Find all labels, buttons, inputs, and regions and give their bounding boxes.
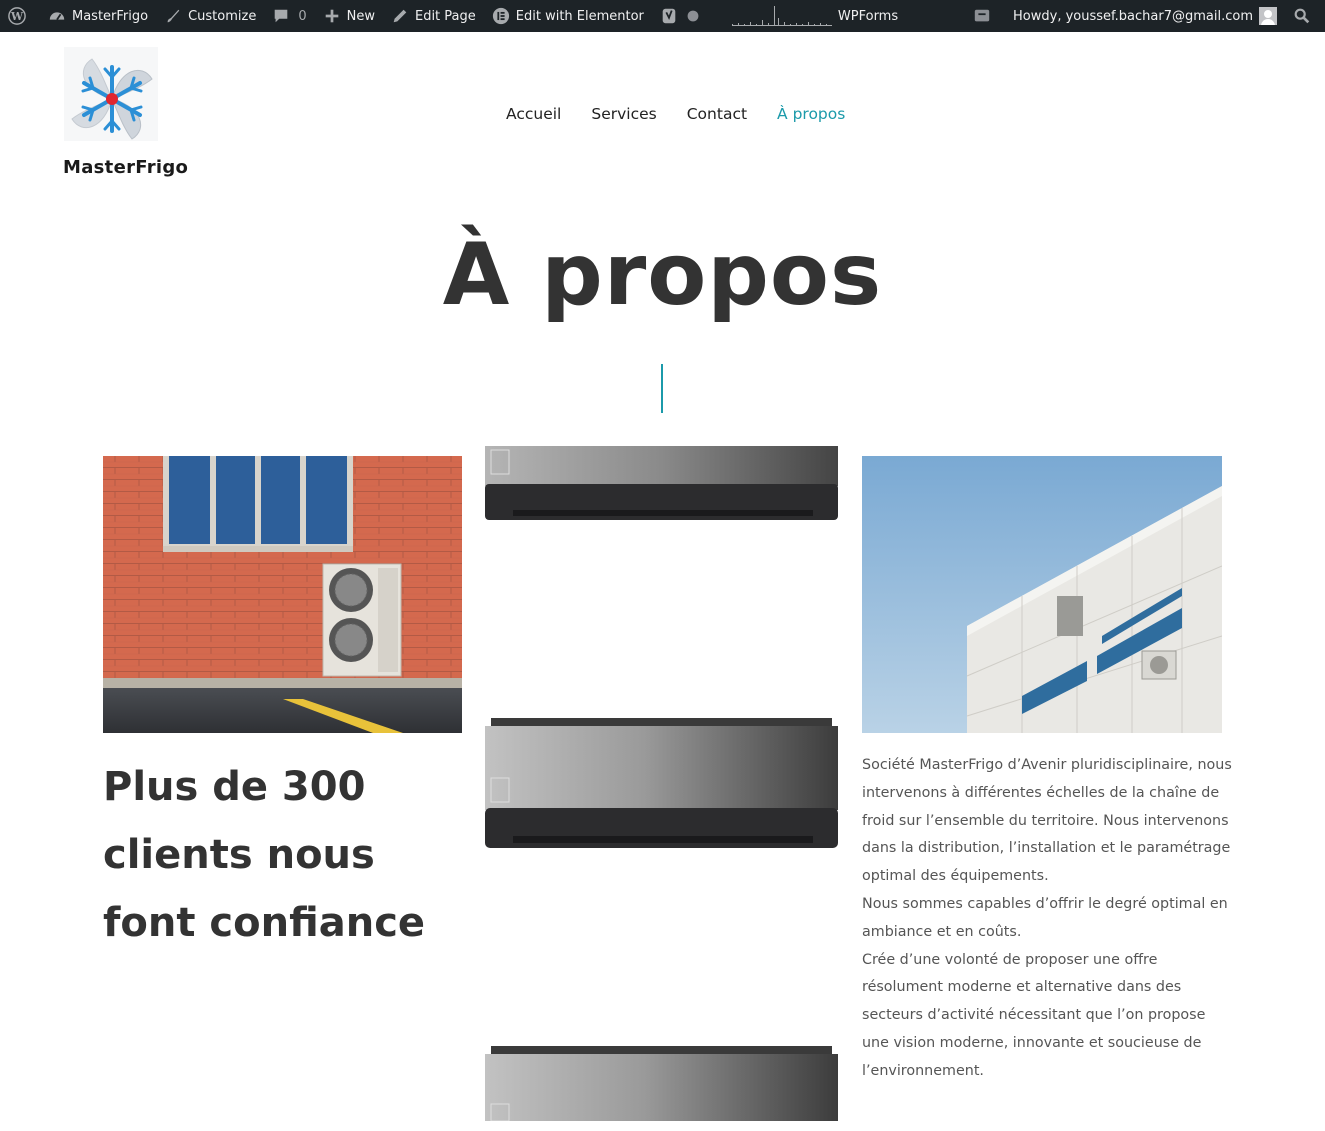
pencil-icon: [393, 9, 407, 23]
status-dot-icon: [687, 10, 699, 22]
edit-elementor-label: Edit with Elementor: [515, 8, 644, 24]
site-name-link[interactable]: MasterFrigo: [40, 0, 156, 32]
new-content-link[interactable]: New: [315, 0, 383, 32]
clients-headline: Plus de 300 clients nous font confiance: [103, 764, 426, 946]
customize-label: Customize: [188, 8, 257, 24]
search-button[interactable]: [1285, 0, 1325, 32]
brand-name[interactable]: MasterFrigo: [63, 157, 188, 178]
edit-page-link[interactable]: Edit Page: [383, 0, 484, 32]
about-paragraph-2: Nous sommes capables d’offrir le degré o…: [862, 895, 1228, 940]
elementor-icon: [492, 7, 509, 25]
lg-ac-unit-image-2: [483, 718, 840, 850]
notifications-button[interactable]: [965, 0, 1005, 32]
brush-icon: [167, 9, 180, 23]
site-logo[interactable]: [64, 47, 158, 141]
edit-page-label: Edit Page: [414, 8, 476, 24]
admin-bar: W MasterFrigo Customize 0 New Edit Page …: [0, 0, 1325, 32]
search-icon: [1294, 8, 1310, 24]
edit-elementor-link[interactable]: Edit with Elementor: [484, 0, 652, 32]
title-divider: [661, 364, 663, 413]
nav-item-a-propos[interactable]: À propos: [777, 105, 845, 123]
site-name: MasterFrigo: [72, 8, 149, 24]
svg-text:W: W: [10, 10, 24, 23]
about-text: Société MasterFrigo d’Avenir pluridiscip…: [862, 752, 1232, 1086]
avatar: [1259, 7, 1277, 25]
yoast-menu[interactable]: [652, 0, 716, 32]
building-sky-image: [862, 456, 1222, 733]
lg-ac-unit-image-1: [483, 446, 840, 522]
nav-item-contact[interactable]: Contact: [687, 105, 747, 123]
customize-link[interactable]: Customize: [156, 0, 264, 32]
wpforms-menu[interactable]: WPForms: [716, 0, 906, 32]
comment-icon: [275, 9, 288, 23]
yoast-icon: [662, 8, 676, 24]
comments-count: 0: [298, 8, 307, 24]
wpforms-label: WPForms: [837, 8, 899, 24]
dashboard-icon: [49, 12, 65, 21]
brick-wall-ac-image: [103, 456, 462, 733]
notification-icon: [974, 9, 990, 22]
page-title: À propos: [442, 225, 883, 325]
howdy-label: Howdy, youssef.bachar7@gmail.com: [1013, 8, 1253, 24]
about-paragraph-3: Crée d’une volonté de proposer une offre…: [862, 951, 1206, 1079]
main-navigation: Accueil Services Contact À propos: [506, 105, 875, 123]
wordpress-menu[interactable]: W: [0, 0, 40, 32]
about-paragraph-1: Société MasterFrigo d’Avenir pluridiscip…: [862, 757, 1232, 885]
activity-graph: [731, 6, 832, 26]
my-account-menu[interactable]: Howdy, youssef.bachar7@gmail.com: [1005, 0, 1285, 32]
nav-item-services[interactable]: Services: [591, 105, 656, 123]
lg-ac-unit-image-3: [483, 1046, 840, 1121]
new-label: New: [346, 8, 375, 24]
wordpress-icon: W: [8, 7, 26, 25]
snowflake-fan-logo-icon: [64, 47, 158, 141]
nav-item-accueil[interactable]: Accueil: [506, 105, 561, 123]
plus-icon: [325, 9, 338, 23]
comments-link[interactable]: 0: [264, 0, 314, 32]
